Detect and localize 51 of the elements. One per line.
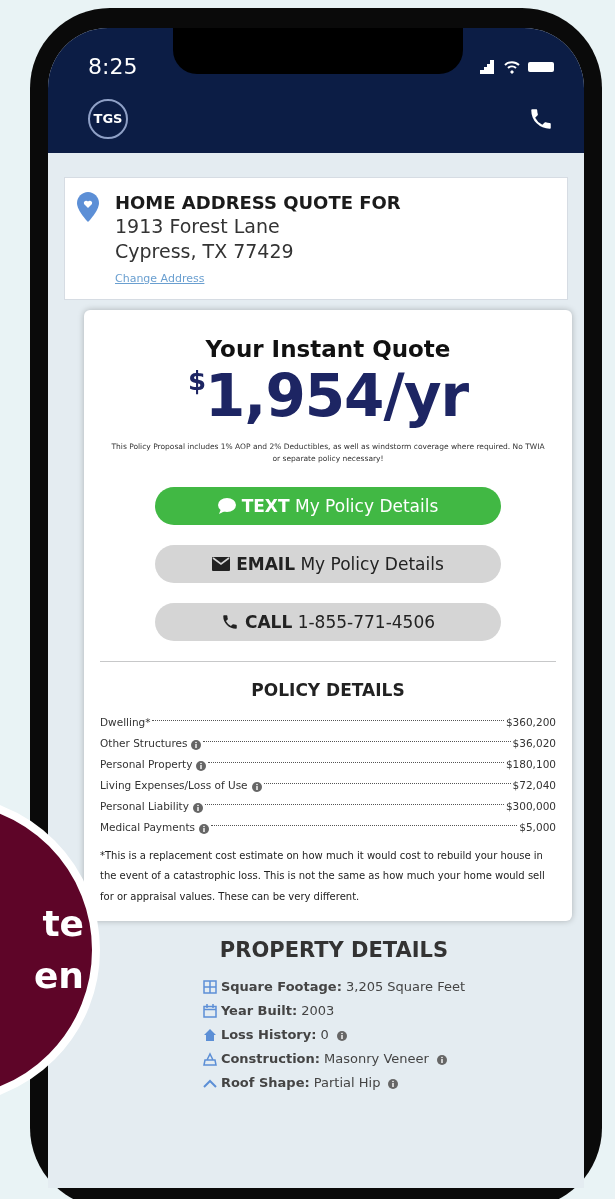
policy-value: $72,040 — [512, 777, 556, 793]
phone-icon — [220, 613, 239, 632]
policy-value: $360,200 — [505, 714, 556, 730]
policy-label: Personal Liability — [100, 798, 189, 814]
map-pin-icon — [77, 192, 99, 222]
property-text: Year Built: 2003 — [220, 1001, 335, 1020]
info-icon[interactable] — [191, 738, 202, 749]
policy-label: Personal Property — [100, 756, 193, 772]
phone-icon[interactable] — [528, 106, 554, 132]
policy-value: $5,000 — [519, 819, 556, 835]
info-icon[interactable] — [436, 1053, 447, 1064]
info-icon[interactable] — [196, 759, 207, 770]
logo[interactable]: TGS — [88, 99, 128, 139]
policy-label: Dwelling* — [100, 714, 151, 730]
call-button[interactable]: CALL 1-855-771-4506 — [155, 603, 501, 642]
promo-text: te — [42, 901, 84, 946]
building-icon — [202, 1051, 217, 1066]
policy-label: Living Expenses/Loss of Use — [100, 777, 248, 793]
house-icon — [202, 1027, 217, 1042]
property-text: Construction: Masonry Veneer — [220, 1049, 429, 1068]
policy-value: $36,020 — [512, 735, 556, 751]
property-text: Roof Shape: Partial Hip — [220, 1073, 381, 1092]
address-heading: HOME ADDRESS QUOTE FOR — [115, 192, 401, 214]
grid-icon — [202, 979, 217, 994]
quote-price: $^{$}$1,954/yr — [186, 366, 470, 428]
envelope-icon — [212, 557, 231, 572]
policy-label: Medical Payments — [100, 819, 195, 835]
info-icon[interactable] — [336, 1029, 347, 1040]
quote-title: Your Instant Quote — [204, 334, 452, 364]
info-icon[interactable] — [199, 822, 209, 833]
calendar-icon — [202, 1003, 217, 1018]
address-street: 1913 Forest Lane — [115, 213, 281, 239]
property-text: Loss History: 0 — [220, 1025, 329, 1044]
policy-details-title: POLICY DETAILS — [250, 679, 406, 703]
policy-label: Other Structures — [100, 735, 188, 751]
policy-value: $300,000 — [505, 798, 556, 814]
battery-icon — [528, 61, 554, 72]
email-button[interactable]: EMAIL My Policy Details — [155, 545, 501, 584]
status-time: 8:25 — [88, 53, 138, 81]
policy-value: $180,100 — [505, 756, 556, 772]
property-text: Square Footage: 3,205 Square Feet — [220, 977, 466, 996]
signal-icon — [480, 59, 496, 74]
wifi-icon — [504, 59, 520, 74]
info-icon[interactable] — [192, 801, 203, 812]
info-icon[interactable] — [388, 1077, 399, 1088]
promo-text: en — [33, 954, 84, 998]
property-details-title: PROPERTY DETAILS — [218, 937, 450, 965]
address-city: Cypress, TX 77429 — [115, 239, 295, 265]
info-icon[interactable] — [251, 780, 262, 791]
policy-note: *This is a replacement cost estimate on how much it would cost to rebuild your house in the event of a catastrophic loss. This is not the same as how much your home would sell for or appraisal values. These can be very different. — [100, 848, 546, 904]
chat-bubble-icon — [217, 498, 236, 515]
